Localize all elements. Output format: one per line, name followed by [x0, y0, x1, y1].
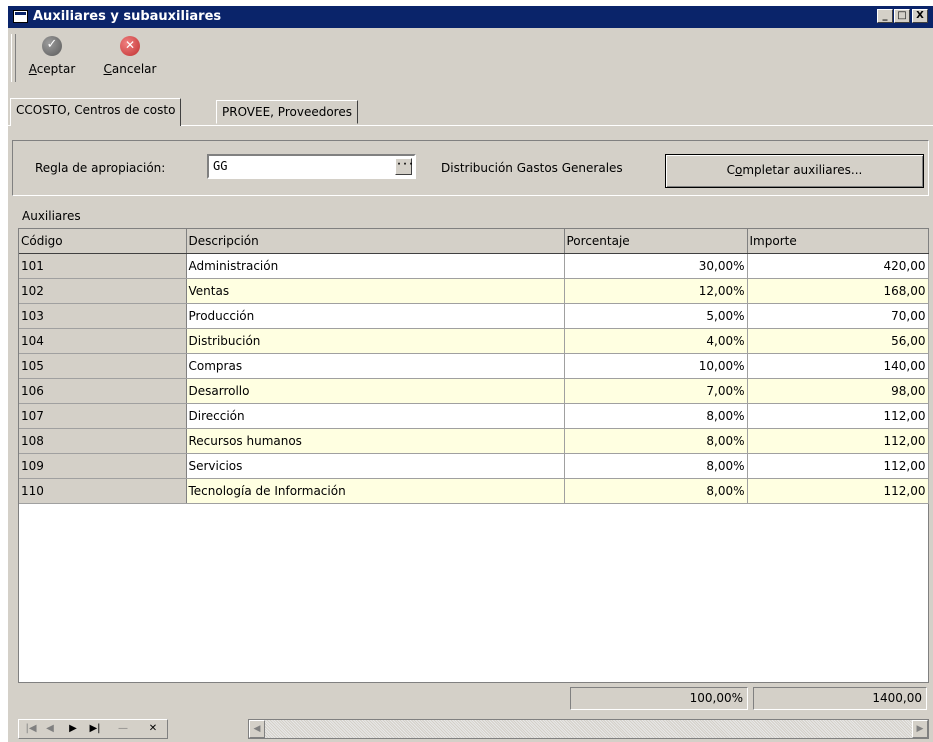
column-header-descripcion[interactable]: Descripción [186, 229, 565, 254]
toolbar: Aceptar Cancelar [8, 28, 933, 92]
cell-porcentaje[interactable]: 7,00% [564, 378, 748, 404]
cell-porcentaje[interactable]: 12,00% [564, 278, 748, 304]
cell-codigo[interactable]: 107 [19, 403, 187, 429]
table-row[interactable]: 107 Dirección 8,00% 112,00 [19, 403, 929, 429]
regla-value: GG [213, 159, 228, 173]
cell-importe[interactable]: 168,00 [747, 278, 929, 304]
window-icon [13, 10, 28, 23]
cancel-record-button[interactable]: ✕ [144, 721, 162, 737]
toolbar-grip[interactable] [11, 34, 16, 82]
table-row[interactable]: 108 Recursos humanos 8,00% 112,00 [19, 428, 929, 454]
horizontal-scrollbar[interactable]: ◀ ▶ [248, 719, 929, 739]
cell-importe[interactable]: 112,00 [747, 453, 929, 479]
column-header-porcentaje[interactable]: Porcentaje [564, 229, 748, 254]
window-title: Auxiliares y subauxiliares [33, 9, 222, 24]
tab-provee[interactable]: PROVEE, Proveedores [216, 100, 358, 124]
regla-lookup-button[interactable]: ··· [395, 158, 414, 175]
auxiliares-label: Auxiliares [22, 209, 81, 223]
cell-importe[interactable]: 112,00 [747, 478, 929, 504]
aceptar-label: Aceptar [28, 62, 76, 76]
cell-descripcion[interactable]: Administración [186, 253, 565, 279]
cell-descripcion[interactable]: Compras [186, 353, 565, 379]
cell-descripcion[interactable]: Tecnología de Información [186, 478, 565, 504]
table-row[interactable]: 102 Ventas 12,00% 168,00 [19, 278, 929, 304]
cell-codigo[interactable]: 108 [19, 428, 187, 454]
app-window: Auxiliares y subauxiliares _ □ X Aceptar… [8, 6, 933, 742]
next-record-button[interactable]: ▶ [64, 721, 82, 737]
maximize-button[interactable]: □ [894, 9, 910, 23]
auxiliares-table: Código Descripción Porcentaje Importe 10… [19, 229, 929, 504]
cell-importe[interactable]: 112,00 [747, 428, 929, 454]
cell-codigo[interactable]: 102 [19, 278, 187, 304]
cell-importe[interactable]: 70,00 [747, 303, 929, 329]
cell-descripcion[interactable]: Ventas [186, 278, 565, 304]
title-bar[interactable]: Auxiliares y subauxiliares _ □ X [8, 6, 933, 28]
cell-descripcion[interactable]: Desarrollo [186, 378, 565, 404]
table-row[interactable]: 103 Producción 5,00% 70,00 [19, 303, 929, 329]
totals-footer: 100,00% 1400,00 [18, 683, 929, 713]
minimize-button[interactable]: _ [877, 9, 893, 23]
cell-importe[interactable]: 56,00 [747, 328, 929, 354]
aceptar-button[interactable]: Aceptar [20, 34, 84, 86]
cell-porcentaje[interactable]: 8,00% [564, 478, 748, 504]
cell-descripcion[interactable]: Distribución [186, 328, 565, 354]
cell-codigo[interactable]: 104 [19, 328, 187, 354]
column-header-importe[interactable]: Importe [747, 229, 929, 254]
cancelar-label: Cancelar [103, 62, 157, 76]
cell-porcentaje[interactable]: 5,00% [564, 303, 748, 329]
scroll-right-button[interactable]: ▶ [912, 720, 928, 738]
tab-ccosto[interactable]: CCOSTO, Centros de costo [10, 98, 182, 126]
total-importe: 1400,00 [753, 687, 927, 710]
header-row: Código Descripción Porcentaje Importe [19, 229, 929, 254]
cell-importe[interactable]: 112,00 [747, 403, 929, 429]
cell-descripcion[interactable]: Producción [186, 303, 565, 329]
cell-descripcion[interactable]: Recursos humanos [186, 428, 565, 454]
cell-porcentaje[interactable]: 30,00% [564, 253, 748, 279]
cancelar-button[interactable]: Cancelar [98, 34, 162, 86]
table-row[interactable]: 101 Administración 30,00% 420,00 [19, 253, 929, 279]
cell-codigo[interactable]: 110 [19, 478, 187, 504]
cell-porcentaje[interactable]: 8,00% [564, 453, 748, 479]
table-row[interactable]: 109 Servicios 8,00% 112,00 [19, 453, 929, 479]
regla-label: Regla de apropiación: [35, 161, 166, 175]
cell-codigo[interactable]: 105 [19, 353, 187, 379]
first-record-button[interactable]: |◀ [22, 721, 40, 737]
regla-input[interactable]: GG ··· [207, 154, 416, 179]
table-row[interactable]: 105 Compras 10,00% 140,00 [19, 353, 929, 379]
post-record-button[interactable]: — [114, 721, 132, 737]
cell-importe[interactable]: 140,00 [747, 353, 929, 379]
cell-descripcion[interactable]: Servicios [186, 453, 565, 479]
cell-porcentaje[interactable]: 4,00% [564, 328, 748, 354]
scroll-left-button[interactable]: ◀ [249, 720, 265, 738]
cell-porcentaje[interactable]: 8,00% [564, 428, 748, 454]
cancel-circle-icon [120, 36, 140, 56]
cell-codigo[interactable]: 103 [19, 303, 187, 329]
tab-strip: CCOSTO, Centros de costo PROVEE, Proveed… [8, 98, 933, 126]
table-row[interactable]: 104 Distribución 4,00% 56,00 [19, 328, 929, 354]
auxiliares-grid[interactable]: Código Descripción Porcentaje Importe 10… [18, 228, 929, 683]
cell-porcentaje[interactable]: 8,00% [564, 403, 748, 429]
regla-description: Distribución Gastos Generales [441, 161, 623, 175]
column-header-codigo[interactable]: Código [19, 229, 187, 254]
db-navigator: |◀ ◀ ▶ ▶| — ✕ [18, 719, 168, 739]
cell-descripcion[interactable]: Dirección [186, 403, 565, 429]
close-button[interactable]: X [912, 9, 928, 23]
cell-importe[interactable]: 98,00 [747, 378, 929, 404]
table-row[interactable]: 106 Desarrollo 7,00% 98,00 [19, 378, 929, 404]
last-record-button[interactable]: ▶| [86, 721, 104, 737]
completar-auxiliares-button[interactable]: Completar auxiliares... [665, 154, 924, 188]
cell-codigo[interactable]: 101 [19, 253, 187, 279]
cell-porcentaje[interactable]: 10,00% [564, 353, 748, 379]
prior-record-button[interactable]: ◀ [41, 721, 59, 737]
navigator-bar: |◀ ◀ ▶ ▶| — ✕ ◀ ▶ [18, 716, 929, 742]
total-porcentaje: 100,00% [570, 687, 748, 710]
table-row[interactable]: 110 Tecnología de Información 8,00% 112,00 [19, 478, 929, 504]
cell-codigo[interactable]: 106 [19, 378, 187, 404]
check-circle-icon [42, 36, 62, 56]
rule-panel: Regla de apropiación: GG ··· Distribució… [12, 140, 929, 196]
cell-importe[interactable]: 420,00 [747, 253, 929, 279]
cell-codigo[interactable]: 109 [19, 453, 187, 479]
